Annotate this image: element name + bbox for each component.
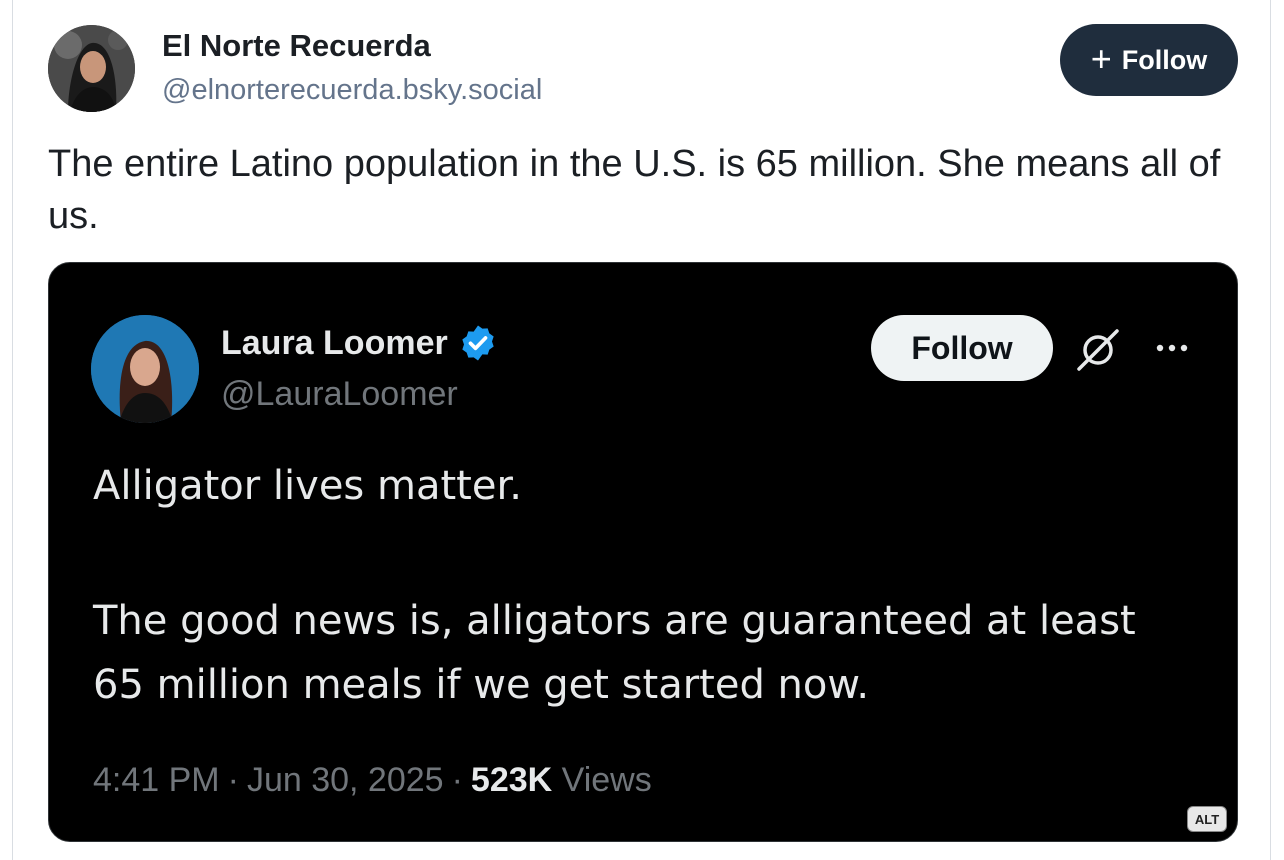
- avatar-image: [48, 25, 135, 112]
- alt-text-badge[interactable]: ALT: [1187, 806, 1227, 832]
- more-options-icon: [1156, 344, 1188, 352]
- embedded-post-text-line-1: Alligator lives matter.: [93, 463, 522, 509]
- meta-separator: ·: [451, 761, 463, 799]
- embedded-post-text-line-2: The good news is, alligators are guarant…: [93, 598, 1136, 708]
- post-time: 4:41 PM: [93, 761, 220, 799]
- post-text: The entire Latino population in the U.S.…: [48, 143, 1221, 237]
- follow-button[interactable]: + Follow: [1060, 24, 1238, 96]
- embedded-author-name: Laura Loomer: [221, 323, 498, 363]
- frame-border-right: [1270, 0, 1271, 860]
- author-display-name[interactable]: El Norte Recuerda: [162, 28, 431, 64]
- meta-separator: ·: [227, 761, 239, 799]
- embedded-author-handle: @LauraLoomer: [221, 375, 458, 413]
- follow-button-label: Follow: [1121, 44, 1208, 75]
- embedded-follow-button: Follow: [871, 315, 1053, 381]
- embedded-avatar-image: [91, 315, 199, 423]
- embedded-author-name-text: Laura Loomer: [221, 323, 448, 362]
- frame-border-left: [12, 0, 13, 860]
- embedded-post-image[interactable]: Laura Loomer @LauraLoomer Follow Alligat…: [48, 262, 1238, 842]
- views-label: Views: [561, 761, 652, 799]
- verified-badge-icon: [462, 325, 494, 361]
- grok-icon: [1077, 329, 1119, 371]
- author-avatar[interactable]: [48, 25, 135, 112]
- post-date: Jun 30, 2025: [246, 761, 444, 799]
- embedded-post-meta: 4:41 PM · Jun 30, 2025 · 523K Views: [93, 761, 652, 800]
- author-handle[interactable]: @elnorterecuerda.bsky.social: [162, 74, 542, 107]
- views-count: 523K: [470, 761, 553, 799]
- plus-icon: +: [1090, 37, 1112, 79]
- embedded-author-avatar: [91, 315, 199, 423]
